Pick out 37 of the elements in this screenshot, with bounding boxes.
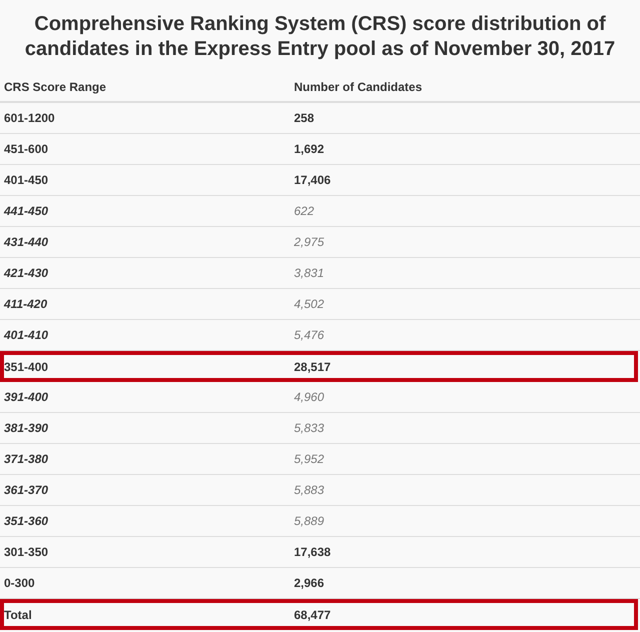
table-cell: 0-300 <box>4 576 35 590</box>
table-cell: 361-370 <box>4 483 48 497</box>
table-cell: 431-440 <box>4 235 48 249</box>
table-cell: 5,889 <box>294 514 324 528</box>
table-cell: 3,831 <box>294 266 324 280</box>
table-cell: 258 <box>294 111 314 125</box>
table-cell: 4,502 <box>294 297 324 311</box>
table-cell: 301-350 <box>4 545 48 559</box>
table-cell: 2,975 <box>294 235 324 249</box>
table-cell: 5,476 <box>294 328 324 342</box>
table-cell: 351-400 <box>4 360 48 374</box>
table-cell: 68,477 <box>294 608 331 622</box>
table-cell: 391-400 <box>4 390 48 404</box>
table-cell: 381-390 <box>4 421 48 435</box>
table-cell: 622 <box>294 204 314 218</box>
table-cell: 401-450 <box>4 173 48 187</box>
column-header: Number of Candidates <box>294 80 422 94</box>
table-cell: 4,960 <box>294 390 324 404</box>
table-cell: 5,833 <box>294 421 324 435</box>
table-cell: 1,692 <box>294 142 324 156</box>
table-cell: 5,883 <box>294 483 324 497</box>
table-cell: 5,952 <box>294 452 324 466</box>
table-cell: 421-430 <box>4 266 48 280</box>
table-cell: 441-450 <box>4 204 48 218</box>
table-cell: 401-410 <box>4 328 48 342</box>
table-cell: 601-1200 <box>4 111 55 125</box>
table-cell: 411-420 <box>4 297 48 311</box>
table-cell: 17,406 <box>294 173 331 187</box>
table-title: Comprehensive Ranking System (CRS) score distribution of candidates in the Express Entry pool as of November 30, 2017 <box>24 12 616 62</box>
table-cell: 351-360 <box>4 514 48 528</box>
table-cell: 2,966 <box>294 576 324 590</box>
table-cell: Total <box>4 608 32 622</box>
table-cell: 451-600 <box>4 142 48 156</box>
table-cell: 17,638 <box>294 545 331 559</box>
column-header: CRS Score Range <box>4 80 106 94</box>
table-cell: 371-380 <box>4 452 48 466</box>
table-cell: 28,517 <box>294 360 331 374</box>
